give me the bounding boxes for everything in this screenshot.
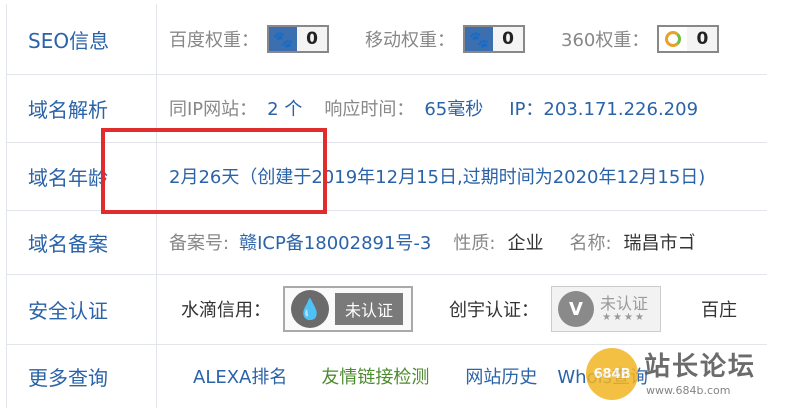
row-label-age: 域名年龄 [7,142,157,210]
alexa-rank-link[interactable]: ALEXA排名 [193,363,287,389]
row-dns: 域名解析 同IP网站： 2 个 响应时间： 65毫秒 IP：203.171.22… [7,74,767,143]
mobile-weight-value: 0 [493,27,523,51]
record-number-link[interactable]: 赣ICP备18002891号-3 [239,229,431,255]
row-label-dns: 域名解析 [7,74,157,142]
nature-value: 企业 [507,233,544,254]
age-content: 2月26天（创建于2019年12月15日,过期时间为2020年12月15日) [169,142,767,210]
baidu-weight-label: 百度权重： [169,30,259,51]
row-label-icp: 域名备案 [7,210,157,274]
row-seo: SEO信息 百度权重： 🐾 0 移动权重： 🐾 0 360权重： 0 [7,4,767,75]
dns-content: 同IP网站： 2 个 响应时间： 65毫秒 IP：203.171.226.209 [169,74,767,142]
s360-weight-label: 360权重： [561,30,650,51]
chuangyu-badge[interactable]: V 未认证 ★★★★ [551,286,662,332]
s360-weight-badge[interactable]: 0 [657,25,720,53]
whois-link[interactable]: Whois查询 [557,363,648,389]
site-history-link[interactable]: 网站历史 [465,363,537,389]
row-icp: 域名备案 备案号: 赣ICP备18002891号-3 性质: 企业 名称: 瑞昌… [7,210,767,275]
domain-info-table: SEO信息 百度权重： 🐾 0 移动权重： 🐾 0 360权重： 0 域名解析 [6,4,767,408]
same-ip-link[interactable]: 2 个 [267,95,302,121]
paw-icon: 🐾 [465,27,493,51]
more-content: ALEXA排名 友情链接检测 网站历史 Whois查询 [193,344,767,408]
shuidi-badge[interactable]: 💧 未认证 [283,286,414,332]
security-content: 水滴信用： 💧 未认证 创宇认证： V 未认证 ★★★★ 百庄 [181,274,767,344]
record-number-label: 备案号: [169,233,230,254]
chuangyu-label: 创宇认证： [449,300,540,321]
ring-icon [659,27,688,51]
same-ip-label: 同IP网站： [169,99,258,120]
row-age: 域名年龄 2月26天（创建于2019年12月15日,过期时间为2020年12月1… [7,142,767,211]
response-time-value: 65毫秒 [424,99,484,120]
shield-v-icon: V [558,291,595,327]
baidu-weight-badge[interactable]: 🐾 0 [267,25,329,53]
s360-weight-value: 0 [687,27,718,51]
row-more: 更多查询 ALEXA排名 友情链接检测 网站历史 Whois查询 [7,344,767,408]
row-label-seo: SEO信息 [7,4,157,74]
shuidi-badge-text: 未认证 [335,293,404,325]
chuangyu-badge-text: 未认证 ★★★★ [600,293,649,324]
nature-label: 性质: [453,233,496,254]
paw-icon: 🐾 [269,27,297,51]
row-security: 安全认证 水滴信用： 💧 未认证 创宇认证： V 未认证 ★★★★ 百庄 [7,274,767,345]
company-name-value: 瑞昌市ゴ [623,233,696,254]
ip-address[interactable]: IP：203.171.226.209 [509,95,698,121]
friend-link-check-link[interactable]: 友情链接检测 [321,363,429,389]
more-cert-label[interactable]: 百庄 [701,296,737,322]
row-label-more: 更多查询 [7,344,157,408]
rating-stars: ★★★★ [602,312,646,324]
response-time-label: 响应时间： [324,99,415,120]
water-drop-icon: 💧 [291,290,329,328]
icp-content: 备案号: 赣ICP备18002891号-3 性质: 企业 名称: 瑞昌市ゴ [169,210,767,274]
mobile-weight-badge[interactable]: 🐾 0 [463,25,525,53]
shuidi-label: 水滴信用： [181,300,271,321]
mobile-weight-label: 移动权重： [365,30,455,51]
company-name-label: 名称: [569,233,612,254]
seo-content: 百度权重： 🐾 0 移动权重： 🐾 0 360权重： 0 [169,4,767,74]
row-label-security: 安全认证 [7,274,157,344]
domain-age-text: 2月26天（创建于2019年12月15日,过期时间为2020年12月15日) [169,167,706,188]
baidu-weight-value: 0 [297,27,327,51]
